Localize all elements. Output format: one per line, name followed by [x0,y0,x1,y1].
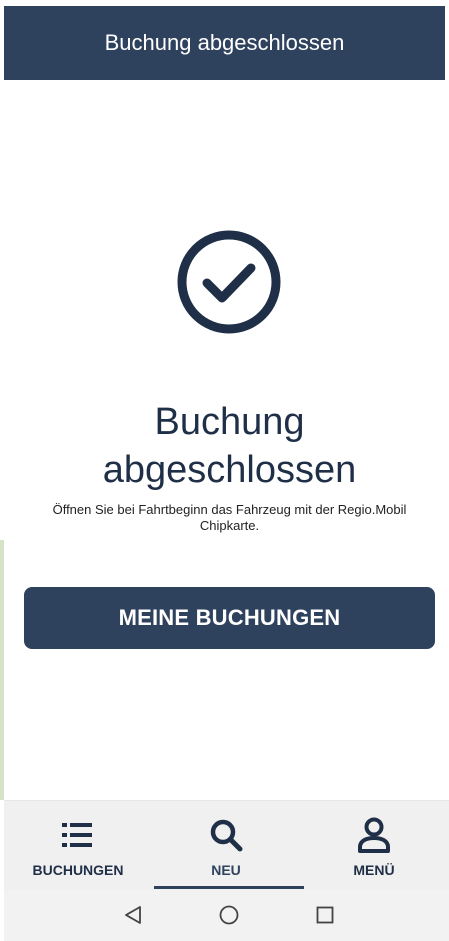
nav-item-new[interactable]: NEU [152,801,300,891]
confirmation-title-line1: Buchung [154,401,305,443]
nav-item-menu[interactable]: MENÜ [300,801,448,891]
nav-label-new: NEU [211,862,241,878]
header-title: Buchung abgeschlossen [104,30,345,55]
confirmation-title-line2: abgeschlossen [102,449,357,491]
system-navigation-bar [4,890,449,941]
home-icon[interactable] [218,904,240,926]
person-icon [354,815,394,855]
left-edge-strip [0,540,4,800]
nav-label-menu: MENÜ [353,862,395,878]
nav-label-bookings: BUCHUNGEN [32,862,124,878]
back-icon[interactable] [122,904,144,926]
active-tab-indicator [154,886,304,889]
confirmation-message: Öffnen Sie bei Fahrtbeginn das Fahrzeug … [14,502,445,534]
confirmation-message-line2: Chipkarte. [199,518,260,533]
app-header: Buchung abgeschlossen [4,6,445,80]
bottom-navigation: BUCHUNGEN NEU MENÜ [4,800,449,890]
search-icon [206,815,246,855]
check-circle-icon [175,228,283,336]
recents-icon[interactable] [314,904,336,926]
nav-item-bookings[interactable]: BUCHUNGEN [4,801,152,891]
my-bookings-button[interactable]: MEINE BUCHUNGEN [24,587,435,649]
confirmation-title: Buchung abgeschlossen [14,398,445,494]
list-icon [58,815,98,855]
screen: Buchung abgeschlossen Buchung abgeschlos… [0,0,449,941]
confirmation-message-line1: Öffnen Sie bei Fahrtbeginn das Fahrzeug … [52,502,407,517]
